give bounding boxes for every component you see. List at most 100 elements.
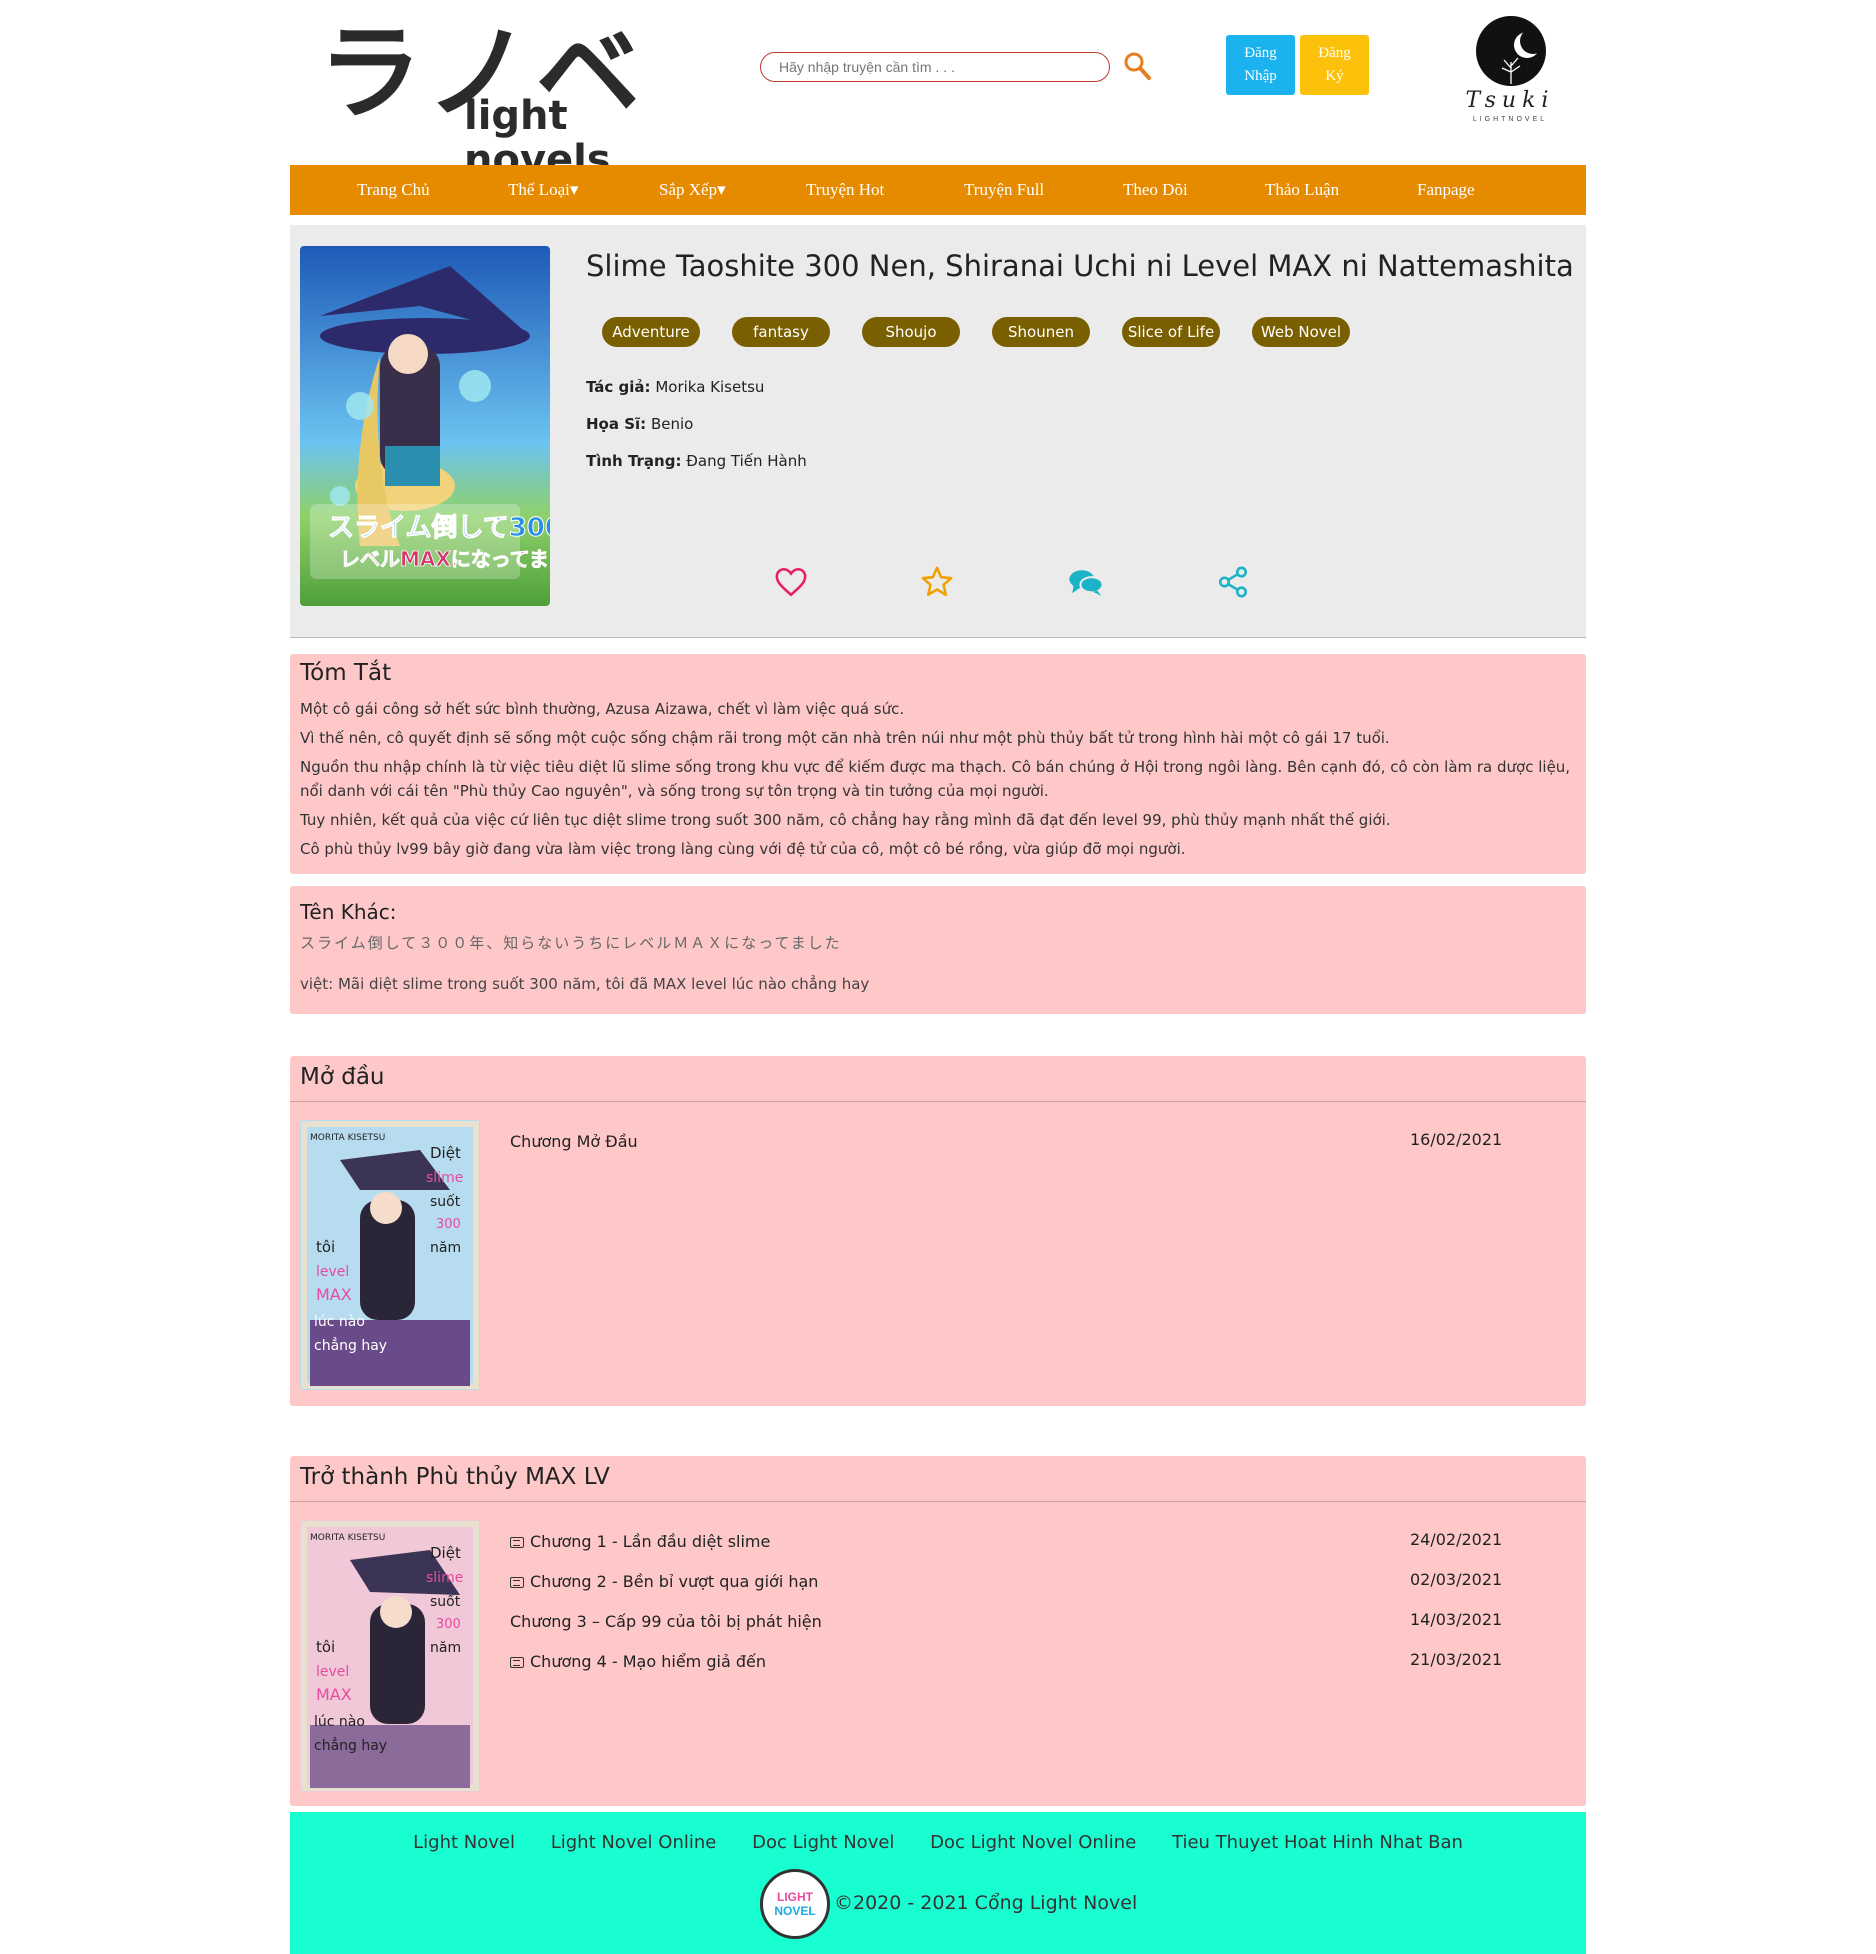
search-button[interactable] xyxy=(1122,50,1152,82)
chapter-link[interactable]: Chương Mở Đầu xyxy=(510,1132,638,1151)
summary-paragraph: Nguồn thu nhập chính là từ việc tiêu diệ… xyxy=(300,758,1571,800)
login-button[interactable]: Đăng Nhập xyxy=(1226,35,1295,95)
cover-text: năm xyxy=(430,1240,461,1256)
share-button[interactable] xyxy=(1216,565,1250,599)
chapter-link[interactable]: Chương 3 – Cấp 99 của tôi bị phát hiện xyxy=(510,1612,822,1631)
cover-text: lúc nào xyxy=(314,1314,365,1330)
tsuki-logo[interactable]: Tsuki LIGHTNOVEL xyxy=(1460,16,1560,126)
volume-panel: Trở thành Phù thủy MAX LV MORITA KISETSU… xyxy=(290,1456,1586,1806)
comment-button[interactable] xyxy=(1068,565,1104,599)
volume-header: Trở thành Phù thủy MAX LV xyxy=(290,1456,1586,1502)
like-button[interactable] xyxy=(774,565,808,599)
nav-follow[interactable]: Theo Dõi xyxy=(1123,180,1265,200)
chat-bubbles-icon xyxy=(1069,570,1104,596)
nav-fanpage[interactable]: Fanpage xyxy=(1417,180,1517,200)
footer-link[interactable]: Light Novel Online xyxy=(551,1832,717,1853)
cover-text: 300 xyxy=(436,1617,461,1632)
login-label-line1: Đăng xyxy=(1244,45,1277,61)
novel-info: スライム倒して300年 レベルMAXになってました Slime Taoshite… xyxy=(290,225,1586,638)
artist-label: Họa Sĩ: xyxy=(586,415,647,433)
author-label: Tác giả: xyxy=(586,378,651,396)
volume-panel: Mở đầu MORITA KISETSU Diệt slime suốt 30… xyxy=(290,1056,1586,1406)
cover-text: tôi xyxy=(316,1238,335,1256)
tag-shoujo[interactable]: Shoujo xyxy=(862,317,960,347)
cover-text: suốt xyxy=(430,1193,461,1210)
volume-header: Mở đầu xyxy=(290,1056,1586,1102)
footer-logo: LIGHT NOVEL xyxy=(760,1869,830,1939)
cover-text: Diệt xyxy=(430,1544,461,1562)
volume-cover-illustration: MORITA KISETSU Diệt slime suốt 300 năm t… xyxy=(300,1520,480,1792)
chapter-link[interactable]: Chương 1 - Lần đầu diệt slime xyxy=(510,1532,770,1551)
chapter-link[interactable]: Chương 2 - Bền bỉ vượt qua giới hạn xyxy=(510,1572,818,1591)
chapter-image-icon xyxy=(510,1657,524,1668)
chapter-date: 14/03/2021 xyxy=(1410,1610,1503,1629)
summary-paragraph: Tuy nhiên, kết quả của việc cứ liên tục … xyxy=(300,811,1391,829)
summary-paragraph: Một cô gái công sở hết sức bình thường, … xyxy=(300,700,905,718)
tag-shounen[interactable]: Shounen xyxy=(992,317,1090,347)
site-logo[interactable]: ラノベ light novels xyxy=(318,18,678,182)
site-footer: Light Novel Light Novel Online Doc Light… xyxy=(290,1812,1586,1954)
cover-text: slime xyxy=(426,1570,463,1586)
svg-text:レベルMAXになってました: レベルMAXになってました xyxy=(340,547,550,571)
cover-text: MAX xyxy=(316,1685,352,1704)
star-icon xyxy=(921,566,953,597)
summary-panel: Tóm Tắt Một cô gái công sở hết sức bình … xyxy=(290,654,1586,874)
share-icon xyxy=(1218,566,1248,598)
search-input[interactable] xyxy=(760,52,1110,82)
other-names-panel: Tên Khác: スライム倒して３００年、知らないうちにレベルＭＡＸになってま… xyxy=(290,886,1586,1014)
page: ラノベ light novels Đăng Nhập Đăng Ký Tsuki… xyxy=(0,0,1876,1954)
tree-icon xyxy=(1501,57,1521,84)
summary-paragraph: Vì thế nên, cô quyết định sẽ sống một cu… xyxy=(300,729,1390,747)
cover-text: chẳng hay xyxy=(314,1337,387,1354)
register-button[interactable]: Đăng Ký xyxy=(1300,35,1369,95)
volume-cover[interactable]: MORITA KISETSU Diệt slime suốt 300 năm t… xyxy=(300,1120,480,1390)
nav-home[interactable]: Trang Chủ xyxy=(357,180,508,200)
volume-title: Mở đầu xyxy=(300,1064,385,1090)
login-label-line2: Nhập xyxy=(1244,68,1277,84)
author-value: Morika Kisetsu xyxy=(655,378,765,396)
heart-icon xyxy=(775,567,807,597)
footer-link[interactable]: Light Novel xyxy=(413,1832,515,1853)
other-name-japanese: スライム倒して３００年、知らないうちにレベルＭＡＸになってました xyxy=(300,934,842,952)
footer-link[interactable]: Doc Light Novel xyxy=(752,1832,894,1853)
nav-discussion[interactable]: Thảo Luận xyxy=(1265,180,1417,200)
other-name-vietnamese: việt: Mãi diệt slime trong suốt 300 năm,… xyxy=(300,975,870,993)
nav-hot[interactable]: Truyện Hot xyxy=(806,180,964,200)
novel-cover: スライム倒して300年 レベルMAXになってました xyxy=(300,246,550,606)
cover-text: suốt xyxy=(430,1593,461,1610)
chapter-title: Chương 3 – Cấp 99 của tôi bị phát hiện xyxy=(510,1612,822,1631)
tag-fantasy[interactable]: fantasy xyxy=(732,317,830,347)
brand-name: Tsuki xyxy=(1465,88,1555,113)
artist-row: Họa Sĩ: Benio xyxy=(586,415,693,433)
search-icon xyxy=(1124,52,1151,80)
cover-text: Diệt xyxy=(430,1144,461,1162)
register-label-line2: Ký xyxy=(1325,68,1344,84)
chapter-title: Chương 2 - Bền bỉ vượt qua giới hạn xyxy=(530,1572,819,1591)
cover-text: năm xyxy=(430,1640,461,1656)
summary-heading: Tóm Tắt xyxy=(300,660,392,686)
status-row: Tình Trạng: Đang Tiến Hành xyxy=(586,452,807,470)
chapter-date: 02/03/2021 xyxy=(1410,1570,1503,1589)
nav-full[interactable]: Truyện Full xyxy=(964,180,1123,200)
chapter-image-icon xyxy=(510,1537,524,1548)
tag-web-novel[interactable]: Web Novel xyxy=(1252,317,1350,347)
tag-slice-of-life[interactable]: Slice of Life xyxy=(1122,317,1220,347)
chapter-link[interactable]: Chương 4 - Mạo hiểm giả đến xyxy=(510,1652,766,1671)
brand-subtitle: LIGHTNOVEL xyxy=(1472,116,1548,123)
volume-cover-author: MORITA KISETSU xyxy=(310,1133,385,1143)
cover-text: MAX xyxy=(316,1285,352,1304)
rate-button[interactable] xyxy=(920,565,954,599)
footer-link[interactable]: Tieu Thuyet Hoat Hinh Nhat Ban xyxy=(1172,1832,1463,1853)
tag-adventure[interactable]: Adventure xyxy=(602,317,700,347)
register-label-line1: Đăng xyxy=(1318,45,1351,61)
nav-genres[interactable]: Thể Loại▾ xyxy=(508,180,659,200)
author-row: Tác giả: Morika Kisetsu xyxy=(586,378,764,396)
footer-logo-line2: NOVEL xyxy=(774,1904,816,1918)
volume-cover[interactable]: MORITA KISETSU Diệt slime suốt 300 năm t… xyxy=(300,1520,480,1792)
nav-sort[interactable]: Sắp Xếp▾ xyxy=(659,180,806,200)
artist-value: Benio xyxy=(650,415,694,433)
footer-link[interactable]: Doc Light Novel Online xyxy=(930,1832,1136,1853)
moon-logo-icon xyxy=(1476,16,1546,86)
copyright: ©2020 - 2021 Cổng Light Novel xyxy=(834,1892,1138,1914)
summary-paragraph: Cô phù thủy lv99 bây giờ đang vừa làm vi… xyxy=(300,840,1186,858)
